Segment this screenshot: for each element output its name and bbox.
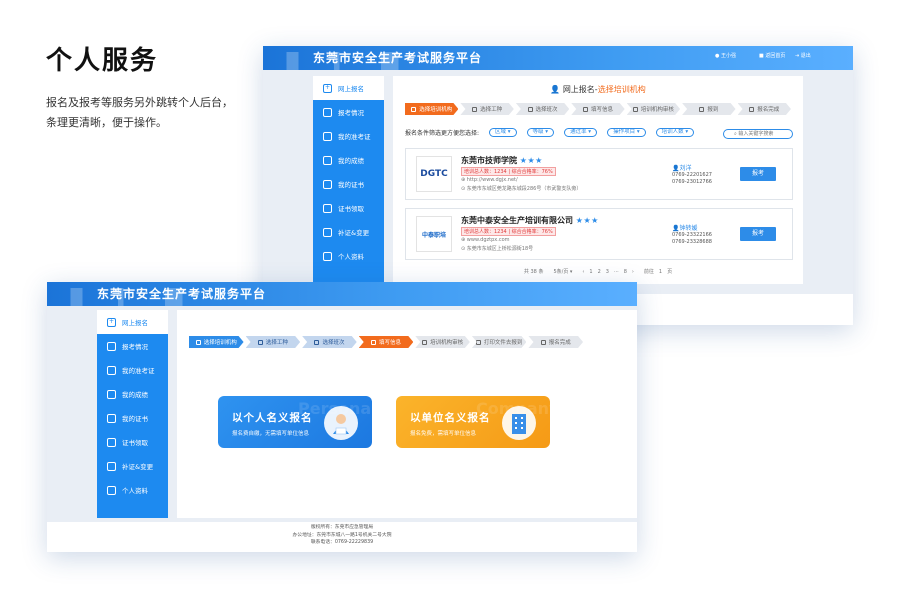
sidebar-item-profile[interactable]: 个人资料 xyxy=(313,244,384,268)
apply-button[interactable]: 报考 xyxy=(740,227,776,241)
chart-icon xyxy=(107,389,116,399)
building-icon xyxy=(502,406,536,440)
filter-pass-rate[interactable]: 通过率 ▾ xyxy=(564,128,598,137)
org-logo: DGTC xyxy=(416,156,452,192)
step-choose-class: 选择班次 xyxy=(302,336,357,348)
content-heading: 👤 网上报名-选择培训机构 xyxy=(550,85,646,94)
sidebar-item-scores[interactable]: 我的成绩 xyxy=(313,148,384,172)
step-choose-org: 选择培训机构 xyxy=(189,336,244,348)
profile-icon xyxy=(323,251,332,261)
user-plus-icon: + xyxy=(323,83,332,93)
step-complete: 报名完成 xyxy=(528,336,583,348)
step-org-review: 培训机构审核 xyxy=(415,336,470,348)
sidebar-item-cert-pickup[interactable]: 证书领取 xyxy=(97,430,168,454)
page-title: 个人服务 xyxy=(46,46,159,76)
sidebar-item-reissue[interactable]: 补证&变更 xyxy=(313,220,384,244)
chart-icon xyxy=(323,155,332,165)
certificate-icon xyxy=(107,413,116,423)
step-print-report: 打印文件去报到 xyxy=(472,336,527,348)
sidebar-item-profile[interactable]: 个人资料 xyxy=(97,478,168,502)
sidebar-item-admission[interactable]: 我的准考证 xyxy=(313,124,384,148)
person-icon xyxy=(324,406,358,440)
sidebar: + 网上报名 报考情况 我的准考证 我的成绩 我的证书 证书领取 补证&变更 个人… xyxy=(313,76,384,284)
org-contact: 👤钟转媛 0769-23322166 0769-23328688 xyxy=(672,225,712,245)
progress-steps: 选择培训机构 选择工种 选择班次 填写信息 培训机构审核 打印文件去报到 报名完… xyxy=(189,336,585,348)
document-icon xyxy=(323,107,332,117)
sidebar: + 网上报名 报考情况 我的准考证 我的成绩 我的证书 证书领取 补证&变更 个人… xyxy=(97,310,168,518)
step-complete: 报名完成 xyxy=(738,103,791,115)
org-contact: 👤刘洋 0769-22201627 0769-23012766 xyxy=(672,165,712,185)
sidebar-item-scores[interactable]: 我的成绩 xyxy=(97,382,168,406)
step-org-review: 培训机构审核 xyxy=(627,103,680,115)
org-website[interactable]: ⊕ http://www.dgjx.net/ xyxy=(461,177,518,183)
logout-link[interactable]: ⇥ 退出 xyxy=(795,52,811,59)
org-name[interactable]: 东莞市技师学院 ★★★ xyxy=(461,155,543,166)
main-content: 👤 网上报名-选择培训机构 选择培训机构 选择工种 选择班次 填写信息 培训机构… xyxy=(393,76,803,284)
main-content: 选择培训机构 选择工种 选择班次 填写信息 培训机构审核 打印文件去报到 报名完… xyxy=(177,310,637,518)
search-input[interactable]: ⌕ 输入关键字搜索 xyxy=(723,129,793,139)
site-title: 东莞市安全生产考试服务平台 xyxy=(313,51,483,65)
site-title: 东莞市安全生产考试服务平台 xyxy=(97,287,267,301)
front-window-body: + 网上报名 报考情况 我的准考证 我的成绩 我的证书 证书领取 补证&变更 个人… xyxy=(47,306,637,522)
badge-icon xyxy=(107,437,116,447)
step-choose-class: 选择班次 xyxy=(516,103,569,115)
sidebar-item-exam-status[interactable]: 报考情况 xyxy=(313,100,384,124)
filter-trainees[interactable]: 培训人数 ▾ xyxy=(655,128,695,137)
apply-button[interactable]: 报考 xyxy=(740,167,776,181)
sidebar-item-signup[interactable]: + 网上报名 xyxy=(313,76,384,100)
company-signup-card[interactable]: Company 以单位名义报名 报名免费，需填写单位信息 xyxy=(396,396,550,448)
sidebar-item-exam-status[interactable]: 报考情况 xyxy=(97,334,168,358)
pagination[interactable]: 共 38 条 5条/页 ▾ ‹ 1 2 3 ··· 8 › 前往 1 页 xyxy=(393,268,803,275)
id-card-icon xyxy=(107,365,116,375)
certificate-icon xyxy=(323,179,332,189)
filter-operation[interactable]: 操作项目 ▾ xyxy=(607,128,646,137)
org-website[interactable]: ⊕ www.dgztpx.com xyxy=(461,237,510,243)
back-window-body: + 网上报名 报考情况 我的准考证 我的成绩 我的证书 证书领取 补证&变更 个人… xyxy=(263,70,853,294)
search-icon: ⌕ xyxy=(734,131,737,137)
edit-icon xyxy=(323,227,332,237)
home-link[interactable]: ■ 返回首页 xyxy=(759,52,785,59)
sidebar-item-certificates[interactable]: 我的证书 xyxy=(313,172,384,196)
sidebar-item-cert-pickup[interactable]: 证书领取 xyxy=(313,196,384,220)
footer: 版权所有：东莞市应急管理局 办公地址：东莞市东城八一路1号机关二号大院 联系电话… xyxy=(47,522,637,552)
step-choose-type: 选择工种 xyxy=(246,336,301,348)
sidebar-item-reissue[interactable]: 补证&变更 xyxy=(97,454,168,478)
org-stats: 培训总人数：1234 | 综合合格率：76% xyxy=(461,167,556,176)
filter-row: 报名条件筛选更方便您选择: 区域 ▾ 等级 ▾ 通过率 ▾ 操作项目 ▾ 培训人… xyxy=(405,128,695,137)
user-icon: 👤 xyxy=(550,85,561,94)
org-name[interactable]: 东莞中泰安全生产培训有限公司 ★★★ xyxy=(461,215,599,226)
front-window-header: 东莞市安全生产考试服务平台 xyxy=(47,282,637,306)
personal-signup-card[interactable]: Personal 以个人名义报名 报名费自缴，无需填写单位信息 xyxy=(218,396,372,448)
step-choose-type: 选择工种 xyxy=(460,103,513,115)
filter-region[interactable]: 区域 ▾ xyxy=(489,128,517,137)
step-fill-info: 填写信息 xyxy=(359,336,414,348)
front-window: 东莞市安全生产考试服务平台 + 网上报名 报考情况 我的准考证 我的成绩 我的证书… xyxy=(47,282,637,552)
sidebar-item-certificates[interactable]: 我的证书 xyxy=(97,406,168,430)
step-choose-org: 选择培训机构 xyxy=(405,103,458,115)
org-card: DGTC 东莞市技师学院 ★★★ 培训总人数：1234 | 综合合格率：76% … xyxy=(405,148,793,200)
sidebar-item-signup[interactable]: + 网上报名 xyxy=(97,310,168,334)
filter-level[interactable]: 等级 ▾ xyxy=(526,128,555,137)
progress-steps: 选择培训机构 选择工种 选择班次 填写信息 培训机构审核 报到 报名完成 xyxy=(405,103,793,115)
document-icon xyxy=(107,341,116,351)
sidebar-item-admission[interactable]: 我的准考证 xyxy=(97,358,168,382)
rating-stars: ★★★ xyxy=(575,216,599,225)
step-fill-info: 填写信息 xyxy=(571,103,624,115)
org-logo: 中泰职培 xyxy=(416,216,452,252)
badge-icon xyxy=(323,203,332,213)
filter-label: 报名条件筛选更方便您选择: xyxy=(405,130,480,137)
id-card-icon xyxy=(323,131,332,141)
user-plus-icon: + xyxy=(107,317,116,327)
org-card: 中泰职培 东莞中泰安全生产培训有限公司 ★★★ 培训总人数：1234 | 综合合… xyxy=(405,208,793,260)
back-window-header: 东莞市安全生产考试服务平台 ● 王小强 ■ 返回首页 ⇥ 退出 xyxy=(263,46,853,70)
rating-stars: ★★★ xyxy=(519,156,543,165)
profile-icon xyxy=(107,485,116,495)
org-stats: 培训总人数：1234 | 综合合格率：76% xyxy=(461,227,556,236)
org-address: ⊙ 东莞市东城区上桥松源街18号 xyxy=(461,246,534,252)
org-address: ⊙ 东莞市东城区莞龙路东城段286号（市武警支队旁） xyxy=(461,186,582,192)
user-name[interactable]: ● 王小强 xyxy=(715,52,736,59)
page-description: 报名及报考等服务另外跳转个人后台，条理更清晰，便于操作。 xyxy=(46,96,233,129)
step-report: 报到 xyxy=(682,103,735,115)
edit-icon xyxy=(107,461,116,471)
